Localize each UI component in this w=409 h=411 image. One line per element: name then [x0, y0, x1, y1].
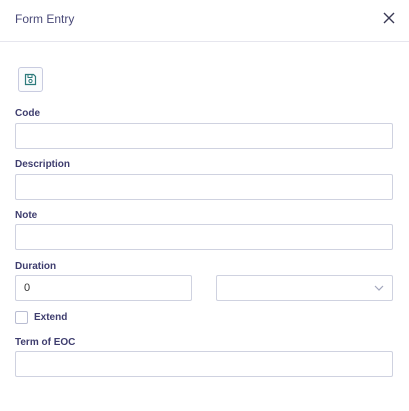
note-input[interactable]	[15, 224, 393, 250]
close-icon[interactable]	[382, 11, 396, 25]
note-label: Note	[15, 210, 38, 221]
chevron-down-icon	[374, 285, 384, 291]
description-input[interactable]	[15, 174, 393, 200]
extend-checkbox[interactable]	[15, 311, 28, 324]
term-of-eoc-input[interactable]	[15, 351, 393, 377]
dialog-title: Form Entry	[15, 12, 75, 26]
duration-unit-select[interactable]	[216, 275, 393, 301]
extend-label: Extend	[34, 312, 68, 323]
code-input[interactable]	[15, 123, 393, 149]
duration-input[interactable]	[15, 275, 192, 301]
description-label: Description	[15, 159, 71, 170]
duration-label: Duration	[15, 261, 57, 272]
save-button[interactable]	[18, 67, 43, 92]
dialog-header: Form Entry	[0, 0, 409, 42]
save-icon	[24, 73, 37, 86]
code-label: Code	[15, 108, 40, 119]
term-of-eoc-label: Term of EOC	[15, 337, 76, 348]
